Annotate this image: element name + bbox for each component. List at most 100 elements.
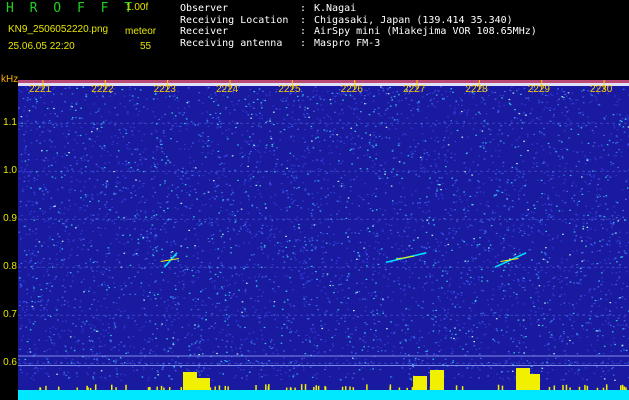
header-panel: H R O F F T 1.00f KN9_2506052220.png met…: [0, 0, 629, 80]
power-spike: [94, 384, 97, 390]
power-spike: [528, 385, 530, 390]
power-spike: [344, 386, 347, 390]
power-spike: [315, 385, 317, 390]
power-spike: [596, 387, 599, 390]
power-spike: [352, 387, 355, 390]
power-spike: [290, 387, 292, 390]
power-spike: [313, 386, 315, 390]
power-spike: [621, 384, 624, 390]
power-spike: [501, 385, 504, 390]
power-spike: [324, 386, 327, 390]
power-spike: [623, 386, 626, 390]
meteor-label: meteor: [125, 26, 157, 37]
power-spike: [110, 384, 113, 390]
power-spike: [227, 386, 229, 390]
x-tick-label: 2225: [278, 84, 301, 95]
power-band: [18, 390, 629, 400]
power-spike: [569, 387, 571, 390]
power-spike: [45, 385, 47, 390]
power-spike: [440, 385, 442, 390]
power-spike: [198, 387, 201, 390]
power-spike: [562, 384, 564, 390]
x-tick-label: 2227: [403, 84, 426, 95]
power-spike: [39, 387, 42, 390]
power-spike: [163, 387, 165, 390]
power-spike: [214, 386, 216, 390]
y-tick-label: 1.1: [3, 117, 17, 129]
y-axis-unit: kHz: [1, 74, 19, 85]
power-spike: [455, 385, 458, 390]
filename-label: KN9_2506052220.png: [8, 24, 109, 35]
power-spike: [193, 386, 195, 390]
power-spike: [294, 387, 296, 390]
y-tick-label: 0.6: [3, 357, 17, 369]
x-tick-label: 2223: [154, 84, 177, 95]
x-tick-label: 2226: [341, 84, 364, 95]
power-spike: [86, 385, 88, 390]
power-spike: [461, 386, 464, 390]
power-spike: [620, 385, 622, 390]
power-spike: [160, 385, 163, 390]
power-spike: [578, 386, 581, 390]
power-spike: [149, 387, 151, 390]
power-spike: [76, 387, 78, 390]
info-row-antenna: Receiving antenna: Maspro FM-3: [180, 37, 381, 49]
power-spike: [406, 387, 408, 390]
power-spike: [218, 385, 221, 390]
power-spike: [190, 384, 192, 390]
y-tick-label: 0.8: [3, 261, 17, 273]
info-row-observer: Observer: K.Nagai: [180, 3, 357, 14]
power-spike: [366, 384, 368, 390]
power-spike: [411, 386, 414, 390]
power-spike: [89, 387, 92, 390]
power-spike: [349, 386, 351, 390]
noise-background: [18, 80, 629, 400]
power-spike: [497, 384, 500, 390]
power-spike: [57, 386, 60, 390]
x-tick-label: 2229: [528, 84, 551, 95]
spectrogram-plot: 2221 2222 2223 2224 2225 2226 2227 2228 2229 2230: [18, 80, 629, 400]
power-spike: [584, 384, 586, 390]
power-spike: [196, 378, 210, 390]
station-info: Observer: K.Nagai Receiving Location: Chig…: [180, 3, 537, 49]
power-spike: [398, 387, 401, 390]
power-spike: [304, 384, 307, 390]
datetime-label: 25.06.05 22:20: [8, 41, 75, 52]
x-tick-label: 2224: [216, 84, 239, 95]
x-tick-label: 2221: [29, 84, 52, 95]
spectrogram-svg: 2221 2222 2223 2224 2225 2226 2227 2228 2229 2230: [18, 80, 629, 400]
power-spike: [285, 387, 288, 390]
top-band: [18, 80, 629, 83]
power-spike: [521, 384, 524, 390]
power-spike: [200, 386, 202, 390]
power-spike: [535, 385, 537, 390]
y-tick-label: 1.0: [3, 165, 17, 177]
power-spike: [605, 384, 608, 390]
power-spike: [300, 384, 303, 390]
power-spike: [115, 387, 117, 390]
power-spike: [317, 385, 320, 390]
x-tick-label: 2230: [590, 84, 613, 95]
power-spike: [147, 387, 150, 390]
app-title: H R O F F T: [6, 1, 137, 16]
power-spike: [255, 385, 257, 390]
x-tick-label: 2222: [91, 84, 114, 95]
power-spike: [341, 386, 344, 390]
power-spike: [180, 387, 183, 390]
power-spike: [625, 387, 627, 390]
meteor-count: 55: [140, 41, 152, 52]
power-spike: [413, 376, 427, 390]
power-spike: [224, 385, 227, 390]
power-spike: [265, 384, 267, 390]
info-row-receiver: Receiver: AirSpy mini (Miakejima VOR 108.…: [180, 26, 537, 37]
power-spike: [156, 386, 158, 390]
power-spike: [548, 386, 551, 390]
info-row-location: Receiving Location: Chigasaki, Japan (139…: [180, 14, 513, 26]
power-spike: [536, 384, 539, 390]
power-spike: [429, 386, 432, 390]
power-spike: [125, 384, 127, 390]
power-spike: [430, 370, 444, 390]
power-spike: [586, 385, 589, 390]
x-tick-label: 2228: [465, 84, 488, 95]
y-tick-label: 0.9: [3, 213, 17, 225]
